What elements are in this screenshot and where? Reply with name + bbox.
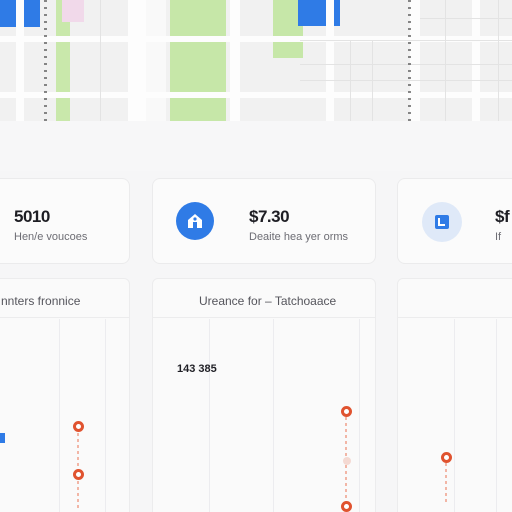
map-street-label [408, 0, 411, 121]
stat-label: Deaite hea yer orms [249, 231, 349, 243]
chart-panel[interactable]: Ureance for – Tatchoaace 143 385 [152, 278, 376, 512]
chart-annotation: 143 385 [177, 363, 217, 375]
chart-point[interactable] [441, 452, 452, 463]
chart-point[interactable] [73, 421, 84, 432]
chart-bar [0, 433, 5, 443]
chart-point[interactable] [73, 469, 84, 480]
chart-stem [445, 463, 447, 503]
chart-point [343, 457, 351, 465]
stat-card[interactable]: $f If [397, 178, 512, 264]
map-road [0, 92, 512, 98]
map-road [410, 0, 420, 121]
map-street-label [44, 0, 47, 121]
map-view[interactable] [0, 0, 512, 121]
map-road [230, 0, 240, 121]
panel-title: nnters fronnice [1, 294, 81, 308]
map-road [0, 36, 512, 42]
map-area [62, 0, 84, 22]
stat-value: $f [495, 207, 510, 226]
panel-title: Ureance for – Tatchoaace [199, 294, 337, 308]
map-road [128, 0, 146, 121]
chart-panel[interactable]: nnters fronnice [0, 278, 130, 512]
stat-value: 5010 [14, 207, 50, 226]
stat-label: If [495, 231, 502, 243]
chart-point[interactable] [341, 406, 352, 417]
chart-panel[interactable] [397, 278, 512, 512]
calendar-icon [422, 202, 462, 242]
map-road [16, 0, 24, 121]
stat-value: $7.30 [249, 207, 290, 226]
stat-card[interactable]: $7.30 Deaite hea yer orms [152, 178, 376, 264]
home-icon [176, 202, 214, 240]
chart-stem [77, 427, 79, 509]
stat-label: Hen/e voucoes [14, 231, 88, 243]
chart-point[interactable] [341, 501, 352, 512]
map-park [170, 0, 226, 121]
stat-card[interactable]: 5010 Hen/e voucoes [0, 178, 130, 264]
map-road [146, 0, 166, 121]
map-road [326, 0, 334, 121]
